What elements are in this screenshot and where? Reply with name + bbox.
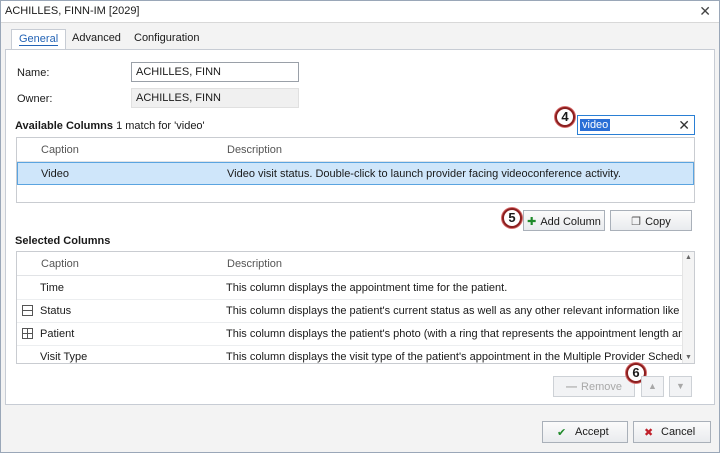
- callout-badge-4: 4: [555, 107, 575, 127]
- move-down-button[interactable]: ▼: [669, 376, 692, 397]
- title-bar: ACHILLES, FINN-IM [2029] ✕: [1, 1, 719, 23]
- tab-advanced-label: Advanced: [72, 32, 121, 44]
- selected-row-caption: Patient: [40, 328, 75, 340]
- selected-row-status[interactable]: Status This column displays the patient'…: [17, 300, 683, 323]
- available-columns-title: Available Columns 1 match for 'video': [15, 120, 205, 132]
- available-row-caption: Video: [41, 168, 69, 180]
- selected-row-description: This column displays the appointment tim…: [226, 282, 508, 294]
- accept-button[interactable]: ✔ Accept: [542, 421, 628, 443]
- selected-row-caption: Visit Type: [40, 351, 88, 363]
- column-search-input[interactable]: video ✕: [577, 115, 695, 135]
- available-columns-grid: Caption Description Video Video visit st…: [16, 137, 695, 203]
- available-row-video[interactable]: Video Video visit status. Double-click t…: [17, 162, 694, 185]
- close-icon[interactable]: ✕: [699, 3, 711, 20]
- add-column-label: Add Column: [540, 216, 601, 228]
- selected-row-caption: Time: [40, 282, 65, 294]
- copy-label: Copy: [645, 216, 671, 228]
- selected-row-patient[interactable]: Patient This column displays the patient…: [17, 323, 683, 346]
- window-title: ACHILLES, FINN-IM [2029]: [5, 5, 140, 17]
- available-columns-heading: Available Columns: [15, 120, 114, 132]
- name-input[interactable]: ACHILLES, FINN: [131, 62, 299, 82]
- patient-row-icon: [22, 328, 33, 339]
- scroll-down-icon[interactable]: ▼: [685, 354, 692, 361]
- tab-configuration[interactable]: Configuration: [127, 29, 206, 49]
- tab-general-label: General: [19, 33, 59, 46]
- name-label: Name:: [17, 67, 50, 79]
- copy-icon: ❐: [631, 216, 642, 228]
- checkmark-icon: ✔: [557, 427, 567, 439]
- owner-label: Owner:: [17, 93, 53, 105]
- owner-field: ACHILLES, FINN: [131, 88, 299, 108]
- tab-advanced[interactable]: Advanced: [65, 29, 128, 49]
- tab-general[interactable]: General: [11, 29, 67, 50]
- accept-label: Accept: [575, 426, 609, 438]
- minus-icon: —: [566, 381, 578, 393]
- selected-row-caption: Status: [40, 305, 72, 317]
- selected-row-description: This column displays the patient's photo…: [226, 328, 683, 340]
- selected-row-time[interactable]: Time This column displays the appointmen…: [17, 277, 683, 300]
- selected-description-header[interactable]: Description: [227, 258, 282, 270]
- dialog-window: ACHILLES, FINN-IM [2029] ✕ General Advan…: [0, 0, 720, 453]
- plus-icon: ✚: [527, 216, 537, 228]
- available-description-header[interactable]: Description: [227, 144, 282, 156]
- selected-row-description: This column displays the visit type of t…: [226, 351, 683, 363]
- add-column-button[interactable]: ✚ Add Column: [523, 210, 605, 231]
- status-row-icon: [22, 305, 33, 316]
- remove-label: Remove: [581, 381, 622, 393]
- available-row-description: Video visit status. Double-click to laun…: [227, 168, 621, 180]
- available-match-count: 1 match for 'video': [116, 120, 205, 132]
- scroll-up-icon[interactable]: ▲: [685, 254, 692, 261]
- selected-row-description: This column displays the patient's curre…: [226, 305, 683, 317]
- available-grid-header: Caption Description: [17, 138, 694, 162]
- remove-button[interactable]: — Remove: [553, 376, 635, 397]
- arrow-up-icon: ▲: [648, 381, 657, 391]
- selected-columns-grid: Caption Description Time This column dis…: [16, 251, 695, 364]
- selected-caption-header[interactable]: Caption: [41, 258, 79, 270]
- search-value: video: [580, 119, 611, 131]
- clear-search-icon[interactable]: ✕: [678, 117, 690, 134]
- tab-configuration-label: Configuration: [134, 32, 200, 44]
- selected-grid-scrollbar[interactable]: ▲ ▼: [682, 252, 694, 363]
- move-up-button[interactable]: ▲: [641, 376, 664, 397]
- available-caption-header[interactable]: Caption: [41, 144, 79, 156]
- selected-grid-header: Caption Description: [17, 252, 694, 276]
- selected-columns-title: Selected Columns: [15, 235, 111, 247]
- callout-badge-5: 5: [502, 208, 522, 228]
- cancel-x-icon: ✖: [644, 427, 654, 439]
- selected-row-visit-type[interactable]: Visit Type This column displays the visi…: [17, 346, 683, 369]
- cancel-label: Cancel: [661, 426, 696, 438]
- cancel-button[interactable]: ✖ Cancel: [633, 421, 711, 443]
- copy-button[interactable]: ❐ Copy: [610, 210, 692, 231]
- arrow-down-icon: ▼: [676, 381, 685, 391]
